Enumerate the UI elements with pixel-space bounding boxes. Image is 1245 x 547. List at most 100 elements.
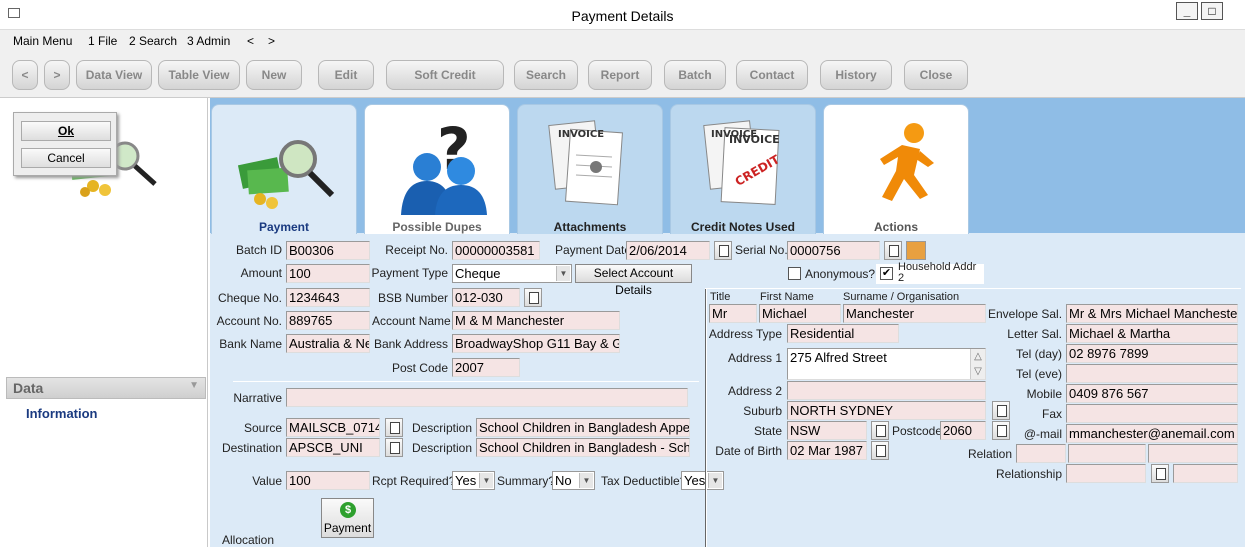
address-1-field[interactable]: 275 Alfred Street bbox=[787, 348, 986, 380]
amount-field[interactable]: 100 bbox=[286, 264, 370, 283]
post-code-field[interactable]: 2007 bbox=[452, 358, 520, 377]
run-action-icon[interactable] bbox=[906, 241, 926, 260]
relationship-extra-field[interactable] bbox=[1173, 464, 1238, 483]
source-description-field[interactable]: School Children in Bangladesh Appe bbox=[476, 418, 690, 437]
surname-field[interactable]: Manchester bbox=[843, 304, 986, 323]
envelope-sal-field[interactable]: Mr & Mrs Michael Manchester bbox=[1066, 304, 1238, 323]
household-label: Household Addr 2 bbox=[898, 262, 977, 284]
serial-lookup-icon[interactable] bbox=[884, 241, 902, 260]
select-account-details-button[interactable]: Select Account Details bbox=[575, 264, 692, 297]
envelope-sal-label: Envelope Sal. bbox=[988, 307, 1063, 321]
email-field[interactable]: mmanchester@anemail.com bbox=[1066, 424, 1238, 443]
date-picker-icon[interactable] bbox=[714, 241, 732, 260]
postcode-field[interactable]: 2060 bbox=[940, 421, 986, 440]
contact-button[interactable]: Contact bbox=[736, 60, 808, 90]
receipt-no-field[interactable]: 00000003581 bbox=[452, 241, 540, 260]
address-scrollbar[interactable]: △ ▽ bbox=[970, 349, 985, 379]
batch-button[interactable]: Batch bbox=[664, 60, 726, 90]
tax-deductible-select[interactable]: Yes ▼ bbox=[681, 471, 724, 490]
tel-eve-label: Tel (eve) bbox=[1015, 367, 1062, 381]
close-button[interactable]: Close bbox=[904, 60, 968, 90]
cheque-no-field[interactable]: 1234643 bbox=[286, 288, 370, 307]
rcpt-required-select[interactable]: Yes ▼ bbox=[452, 471, 495, 490]
fax-field[interactable] bbox=[1066, 404, 1238, 423]
narrative-field[interactable] bbox=[286, 388, 688, 407]
running-man-icon bbox=[880, 123, 934, 201]
bank-name-field[interactable]: Australia & Ne bbox=[286, 334, 370, 353]
bank-name-label: Bank Name bbox=[219, 337, 282, 351]
relationship-lookup-icon[interactable] bbox=[1151, 464, 1169, 483]
toolbar-back-button[interactable]: < bbox=[12, 60, 38, 90]
menu-forward[interactable]: > bbox=[268, 34, 275, 48]
table-view-button[interactable]: Table View bbox=[158, 60, 240, 90]
state-lookup-icon[interactable] bbox=[871, 421, 889, 440]
serial-no-field[interactable]: 0000756 bbox=[787, 241, 880, 260]
cancel-button[interactable]: Cancel bbox=[21, 148, 111, 168]
value-field[interactable]: 100 bbox=[286, 471, 370, 490]
minimize-button[interactable]: _ bbox=[1176, 2, 1198, 20]
menu-admin[interactable]: 3 Admin bbox=[187, 34, 230, 48]
menu-search[interactable]: 2 Search bbox=[129, 34, 177, 48]
address-type-field[interactable]: Residential bbox=[787, 324, 899, 343]
cheque-no-label: Cheque No. bbox=[217, 291, 282, 305]
title-field[interactable]: Mr bbox=[709, 304, 757, 323]
destination-lookup-icon[interactable] bbox=[385, 438, 403, 457]
fax-label: Fax bbox=[1041, 407, 1062, 421]
post-code-label: Post Code bbox=[391, 361, 448, 375]
dob-picker-icon[interactable] bbox=[871, 441, 889, 460]
tel-eve-field[interactable] bbox=[1066, 364, 1238, 383]
data-view-button[interactable]: Data View bbox=[76, 60, 152, 90]
account-no-field[interactable]: 889765 bbox=[286, 311, 370, 330]
relationship-field[interactable] bbox=[1066, 464, 1146, 483]
information-link[interactable]: Information bbox=[26, 406, 98, 421]
account-name-field[interactable]: M & M Manchester bbox=[452, 311, 620, 330]
tab-payment[interactable]: Payment bbox=[211, 104, 357, 234]
bank-address-field[interactable]: BroadwayShop G11 Bay & G bbox=[452, 334, 620, 353]
tab-possible-dupes[interactable]: ? Possible Dupes bbox=[364, 104, 510, 234]
edit-button[interactable]: Edit bbox=[318, 60, 374, 90]
letter-sal-field[interactable]: Michael & Martha bbox=[1066, 324, 1238, 343]
anonymous-checkbox[interactable] bbox=[788, 267, 801, 280]
soft-credit-button[interactable]: Soft Credit bbox=[386, 60, 504, 90]
date-of-birth-field[interactable]: 02 Mar 1987 bbox=[787, 441, 867, 460]
payment-action-button[interactable]: $ Payment bbox=[321, 498, 374, 538]
relation-field-2[interactable] bbox=[1068, 444, 1146, 463]
menu-file[interactable]: 1 File bbox=[88, 34, 117, 48]
bsb-lookup-icon[interactable] bbox=[524, 288, 542, 307]
new-button[interactable]: New bbox=[246, 60, 302, 90]
report-button[interactable]: Report bbox=[588, 60, 652, 90]
tab-credit-notes-label: Credit Notes Used bbox=[690, 220, 796, 234]
destination-field[interactable]: APSCB_UNI bbox=[286, 438, 380, 457]
mobile-field[interactable]: 0409 876 567 bbox=[1066, 384, 1238, 403]
relation-field-3[interactable] bbox=[1148, 444, 1238, 463]
source-field[interactable]: MAILSCB_0714 bbox=[286, 418, 380, 437]
tab-attachments[interactable]: INVOICE Attachments bbox=[517, 104, 663, 234]
toolbar-forward-button[interactable]: > bbox=[44, 60, 70, 90]
destination-description-field[interactable]: School Children in Bangladesh - Sch bbox=[476, 438, 690, 457]
summary-select[interactable]: No ▼ bbox=[552, 471, 595, 490]
state-field[interactable]: NSW bbox=[787, 421, 867, 440]
tab-actions[interactable]: Actions bbox=[823, 104, 969, 234]
history-button[interactable]: History bbox=[820, 60, 892, 90]
search-button[interactable]: Search bbox=[514, 60, 578, 90]
first-name-field[interactable]: Michael bbox=[759, 304, 841, 323]
account-name-label: Account Name bbox=[372, 314, 451, 328]
batch-id-field[interactable]: B00306 bbox=[286, 241, 370, 260]
tel-day-field[interactable]: 02 8976 7899 bbox=[1066, 344, 1238, 363]
ok-button[interactable]: Ok bbox=[21, 121, 111, 141]
menu-main-menu[interactable]: Main Menu bbox=[13, 34, 72, 48]
tab-credit-notes-used[interactable]: INVOICE INVOICE CREDIT Credit Notes Used bbox=[670, 104, 816, 234]
household-checkbox[interactable]: ✔ bbox=[880, 267, 893, 280]
scroll-down-icon[interactable]: ▽ bbox=[971, 364, 985, 379]
suburb-field[interactable]: NORTH SYDNEY bbox=[787, 401, 986, 420]
menu-back[interactable]: < bbox=[247, 34, 254, 48]
payment-date-field[interactable]: 2/06/2014 bbox=[626, 241, 710, 260]
bsb-number-field[interactable]: 012-030 bbox=[452, 288, 520, 307]
payment-type-select[interactable]: Cheque ▼ bbox=[452, 264, 572, 283]
address-2-field[interactable] bbox=[787, 381, 986, 400]
relation-field-1[interactable] bbox=[1016, 444, 1066, 463]
scroll-up-icon[interactable]: △ bbox=[971, 349, 985, 364]
source-lookup-icon[interactable] bbox=[385, 418, 403, 437]
maximize-button[interactable]: □ bbox=[1201, 2, 1223, 20]
data-section-header[interactable]: Data ▼ bbox=[6, 377, 206, 399]
